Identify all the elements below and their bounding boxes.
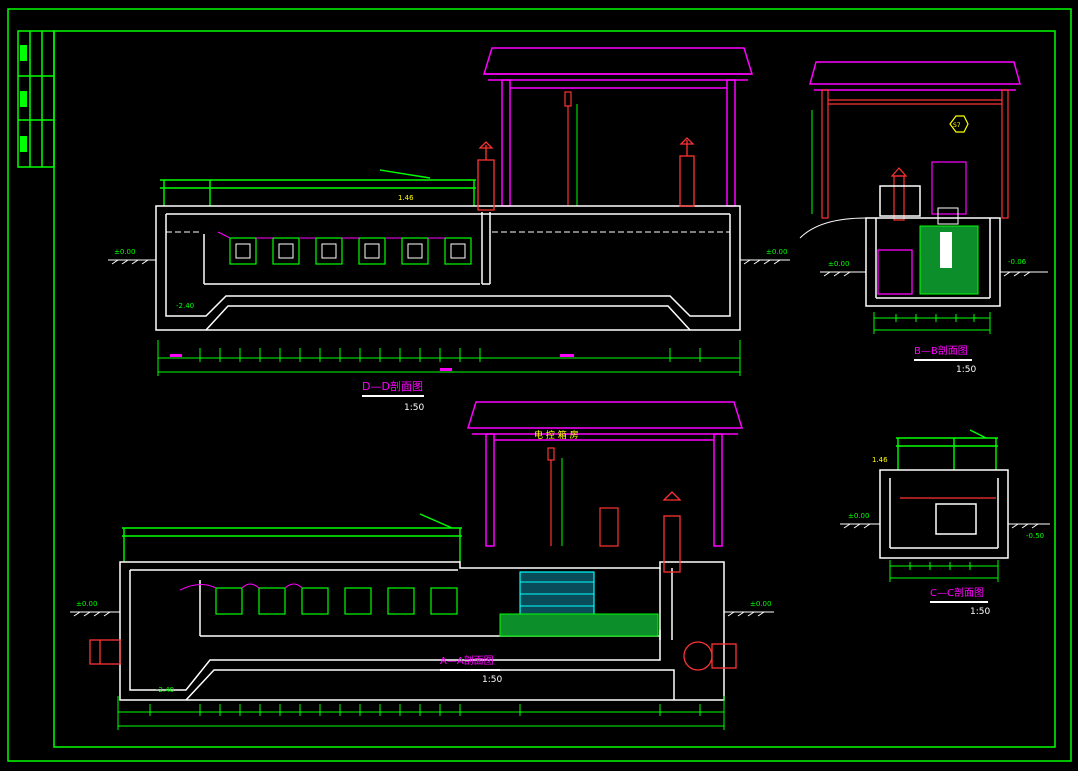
dd-section-scale: 1:50 bbox=[404, 403, 424, 413]
bb-symbol-text: S7 bbox=[953, 122, 961, 129]
aa-outlet-pipe bbox=[683, 641, 737, 671]
dd-canopy-roof bbox=[482, 47, 754, 207]
section-bb: S7 B—B剖面图 1:50 ±0.00 -0.06 bbox=[799, 61, 1048, 375]
cc-railing bbox=[896, 429, 998, 470]
dd-section-title: D—D剖面图 bbox=[362, 379, 423, 393]
cad-drawing: D—D剖面图 1:50 ±0.00 ±0.00 1.46 -2.40 S7 B—… bbox=[7, 8, 1072, 762]
cc-tank-body bbox=[879, 469, 1009, 559]
aa-level-left: ±0.00 bbox=[76, 600, 97, 608]
aa-filter-boxes bbox=[215, 587, 458, 615]
cc-level-ground: ±0.00 bbox=[848, 512, 869, 520]
drawing-frame bbox=[7, 8, 1072, 762]
dd-filter-boxes bbox=[229, 237, 472, 265]
cc-level-water: -0.50 bbox=[1026, 532, 1044, 540]
section-aa: 电 控 箱 房 A—A剖面图 1:50 ±0.00 ±0.00 -2.40 bbox=[70, 401, 774, 730]
aa-railing bbox=[122, 513, 462, 562]
dd-level-top: 1.46 bbox=[398, 194, 414, 202]
aa-canopy-roof bbox=[466, 401, 744, 547]
section-dd: D—D剖面图 1:50 ±0.00 ±0.00 1.46 -2.40 bbox=[108, 47, 790, 413]
aa-gravel-bed bbox=[499, 613, 659, 637]
bb-section-title: B—B剖面图 bbox=[914, 344, 968, 357]
aa-inlet-pipe bbox=[89, 639, 121, 665]
dd-ground bbox=[108, 259, 790, 265]
dd-tank-body bbox=[155, 205, 741, 331]
dd-level-left: ±0.00 bbox=[114, 248, 135, 256]
aa-level-right: ±0.00 bbox=[750, 600, 771, 608]
bb-level-ground: ±0.00 bbox=[828, 260, 849, 268]
title-block-marks bbox=[20, 45, 27, 152]
cad-drawing-canvas: D—D剖面图 1:50 ±0.00 ±0.00 1.46 -2.40 S7 B—… bbox=[0, 0, 1078, 771]
bb-canopy-roof bbox=[809, 61, 1021, 91]
dd-railing bbox=[160, 169, 476, 206]
cc-level-top: 1.46 bbox=[872, 456, 888, 464]
aa-section-title: A—A剖面图 bbox=[440, 654, 494, 667]
cc-section-title: C—C剖面图 bbox=[930, 586, 984, 599]
aa-section-scale: 1:50 bbox=[482, 675, 502, 685]
aa-level-bottom: -2.40 bbox=[156, 686, 174, 694]
dd-level-bottom: -2.40 bbox=[176, 302, 194, 310]
section-cc: C—C剖面图 1:50 ±0.00 1.46 -0.50 bbox=[840, 429, 1050, 617]
dd-gate-valve-right bbox=[679, 137, 695, 207]
dd-gate-valve-left bbox=[477, 141, 495, 211]
bb-level-water: -0.06 bbox=[1008, 258, 1027, 266]
dd-level-right: ±0.00 bbox=[766, 248, 787, 256]
cc-section-scale: 1:50 bbox=[970, 607, 990, 617]
bb-section-scale: 1:50 bbox=[956, 365, 976, 375]
bb-columns bbox=[821, 89, 1009, 219]
aa-room-label: 电 控 箱 房 bbox=[534, 429, 579, 441]
